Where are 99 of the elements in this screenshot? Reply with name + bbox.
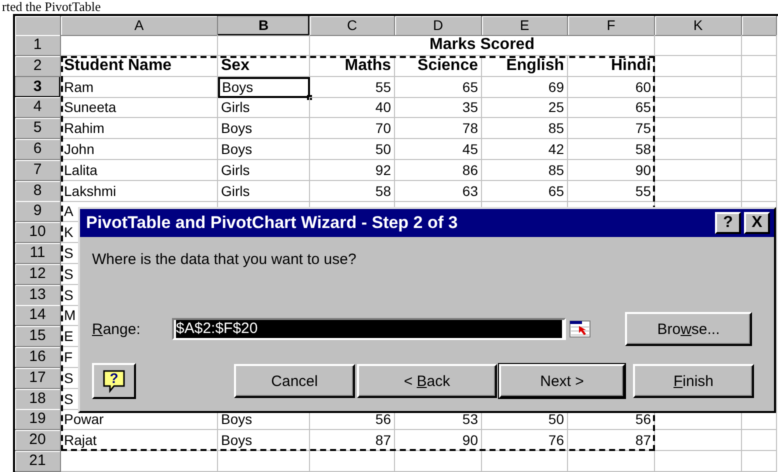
column-header[interactable]: A (61, 16, 218, 36)
table-cell (742, 56, 777, 77)
table-cell: 55 (310, 76, 395, 98)
table-cell (742, 160, 777, 181)
column-header[interactable] (742, 16, 777, 36)
range-field[interactable]: $A$2:$F$20 (172, 318, 566, 340)
row-header[interactable]: 20 (15, 430, 61, 452)
table-cell: Boys (218, 430, 310, 452)
row-header[interactable]: 21 (15, 450, 61, 472)
table-cell: Sex (218, 56, 310, 77)
close-button[interactable]: X (744, 212, 770, 234)
column-header[interactable]: B (218, 16, 310, 36)
table-cell: Rahim (61, 118, 218, 140)
select-all-corner[interactable] (15, 16, 61, 36)
table-cell: 42 (482, 138, 568, 160)
table-cell: 92 (310, 160, 395, 181)
table-cell: John (61, 138, 218, 160)
table-cell (742, 430, 777, 452)
table-cell: 65 (568, 97, 655, 118)
row-header[interactable]: 12 (15, 264, 61, 285)
help-button[interactable]: ? (715, 212, 741, 234)
row-header[interactable]: 5 (15, 118, 61, 140)
table-cell: Lakshmi (61, 180, 218, 202)
table-cell: 35 (395, 97, 482, 118)
row-header[interactable]: 14 (15, 305, 61, 326)
table-cell: Boys (218, 138, 310, 160)
wizard-button[interactable]: < Back (357, 364, 497, 398)
table-cell: 75 (568, 118, 655, 140)
table-cell: 45 (395, 138, 482, 160)
table-cell: 85 (482, 118, 568, 140)
table-cell: 90 (395, 430, 482, 452)
row-header[interactable]: 7 (15, 160, 61, 181)
help-bubble-icon: ? (102, 369, 126, 393)
table-cell: Ram (61, 76, 218, 98)
row-header[interactable]: 4 (15, 97, 61, 118)
row-header[interactable]: 10 (15, 222, 61, 244)
column-header[interactable]: E (482, 16, 568, 36)
table-cell: Boys (218, 76, 310, 98)
row-header[interactable]: 2 (15, 56, 61, 77)
row-header[interactable]: 15 (15, 326, 61, 348)
row-header[interactable]: 9 (15, 201, 61, 222)
table-cell: Boys (218, 118, 310, 140)
table-cell: Girls (218, 180, 310, 202)
row-header[interactable]: 16 (15, 346, 61, 368)
table-cell: Student Name (61, 56, 218, 77)
row-header[interactable]: 8 (15, 180, 61, 202)
table-cell: 40 (310, 97, 395, 118)
table-cell: 25 (482, 97, 568, 118)
table-cell (742, 138, 777, 160)
row-header[interactable]: 17 (15, 368, 61, 389)
table-cell (742, 35, 777, 56)
table-cell: 58 (310, 180, 395, 202)
table-cell: Hindi (568, 56, 655, 77)
table-cell: 63 (395, 180, 482, 202)
table-cell: 76 (482, 430, 568, 452)
column-header[interactable]: F (568, 16, 655, 36)
table-cell: 58 (568, 138, 655, 160)
table-cell: 50 (310, 138, 395, 160)
table-cell: Maths (310, 56, 395, 77)
column-header[interactable]: D (395, 16, 482, 36)
table-cell (742, 97, 777, 118)
table-cell: 60 (568, 76, 655, 98)
table-cell (742, 76, 777, 98)
row-header[interactable]: 6 (15, 138, 61, 160)
row-header[interactable]: 1 (15, 35, 61, 56)
wizard-button[interactable]: Finish (633, 364, 754, 398)
row-header[interactable]: 13 (15, 284, 61, 306)
wizard-button[interactable]: Cancel (234, 364, 355, 398)
help-button[interactable]: ? (92, 363, 136, 399)
table-cell: 78 (395, 118, 482, 140)
row-header[interactable]: 19 (15, 409, 61, 430)
table-cell: 65 (482, 180, 568, 202)
table-cell: 65 (395, 76, 482, 98)
table-cell: 55 (568, 180, 655, 202)
table-cell: Rajat (61, 430, 218, 452)
table-cell (742, 118, 777, 140)
caption-text: rted the PivotTable (1, 0, 102, 14)
column-header[interactable]: C (310, 16, 395, 36)
column-header[interactable]: K (655, 16, 742, 36)
table-cell: 69 (482, 76, 568, 98)
wizard-button[interactable]: Next > (499, 364, 625, 398)
table-cell: 90 (568, 160, 655, 181)
table-cell: 85 (482, 160, 568, 181)
table-cell: English (482, 56, 568, 77)
table-cell: Girls (218, 97, 310, 118)
table-cell: 86 (395, 160, 482, 181)
row-header[interactable]: 11 (15, 242, 61, 264)
browse-button[interactable]: Browse... (625, 312, 752, 346)
table-cell: 87 (568, 430, 655, 452)
row-header[interactable]: 3 (15, 76, 61, 98)
table-cell: 87 (310, 430, 395, 452)
table-cell: Marks Scored (310, 35, 655, 56)
table-cell: Girls (218, 160, 310, 181)
table-cell: 70 (310, 118, 395, 140)
table-cell: Science (395, 56, 482, 77)
table-cell: Lalita (61, 160, 218, 181)
table-cell: Suneeta (61, 97, 218, 118)
row-header[interactable]: 18 (15, 388, 61, 410)
table-cell (742, 450, 777, 472)
